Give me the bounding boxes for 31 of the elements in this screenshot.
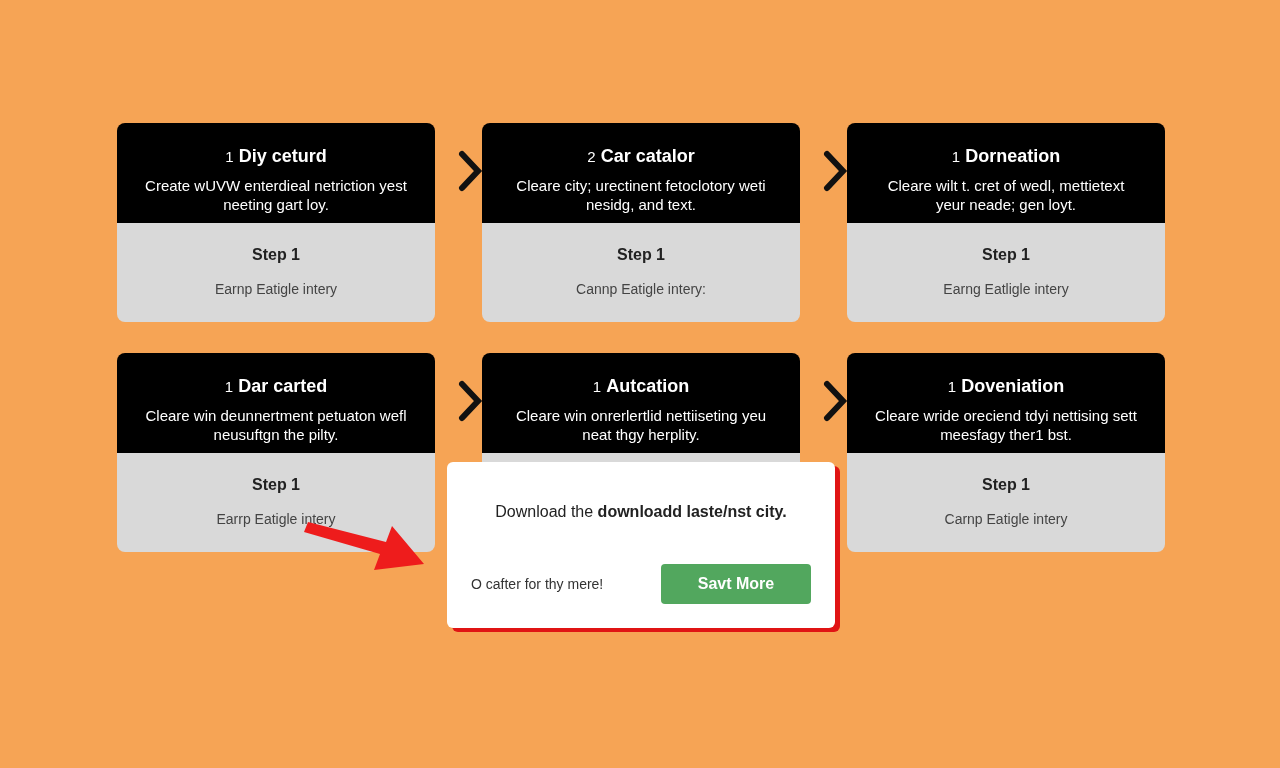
card-description: Cleare win onrerlertlid nettiiseting yeu neat thgy herplity. [514,406,768,444]
step-label: Step 1 [617,245,665,265]
card-description: Create wUVW enterdieal netriction yest neeting gart loy. [144,176,408,214]
step-label: Step 1 [252,475,300,495]
card-title: Dar carted [238,375,328,398]
step-label: Step 1 [982,245,1030,265]
step-number: 1 [224,377,234,397]
step-label: Step 1 [252,245,300,265]
step-label: Step 1 [982,475,1030,495]
card-title: Dorneation [965,145,1061,168]
step-number: 1 [225,147,234,167]
save-more-button[interactable]: Savt More [661,564,811,604]
card-title: Diy ceturd [238,145,327,168]
card-title: Car catalor [600,145,695,168]
step-number: 1 [947,377,957,397]
step-subtitle: Earrp Eatigle intery [216,510,336,529]
dialog-note: O cafter for thy mere! [471,574,604,594]
step-subtitle: Earnp Eatigle intery [214,280,338,299]
step-number: 2 [587,147,596,167]
card-title: Autcation [606,375,690,398]
card-description: Cleare win deunnertment petuaton wefl neusuftgn the pilty. [144,406,408,444]
card-description: Cleare wilt t. cret of wedl, mettietext yeur neade; gen loyt. [886,176,1126,214]
step-subtitle: Carnp Eatigle intery [944,510,1068,529]
dialog-message: Download the downloadd laste/nst city. [494,502,788,522]
step-subtitle: Earng Eatligle intery [943,280,1069,299]
step-number: 1 [951,147,961,167]
step-number: 1 [592,377,602,397]
card-description: Cleare wride oreciend tdyi nettising sett meesfagy ther1 bst. [874,406,1138,444]
card-description: Cleare city; urectinent fetoclotory weti nesidg, and text. [515,176,767,214]
step-subtitle: Cannp Eatigle intery: [576,280,706,299]
card-title: Doveniation [961,375,1065,398]
